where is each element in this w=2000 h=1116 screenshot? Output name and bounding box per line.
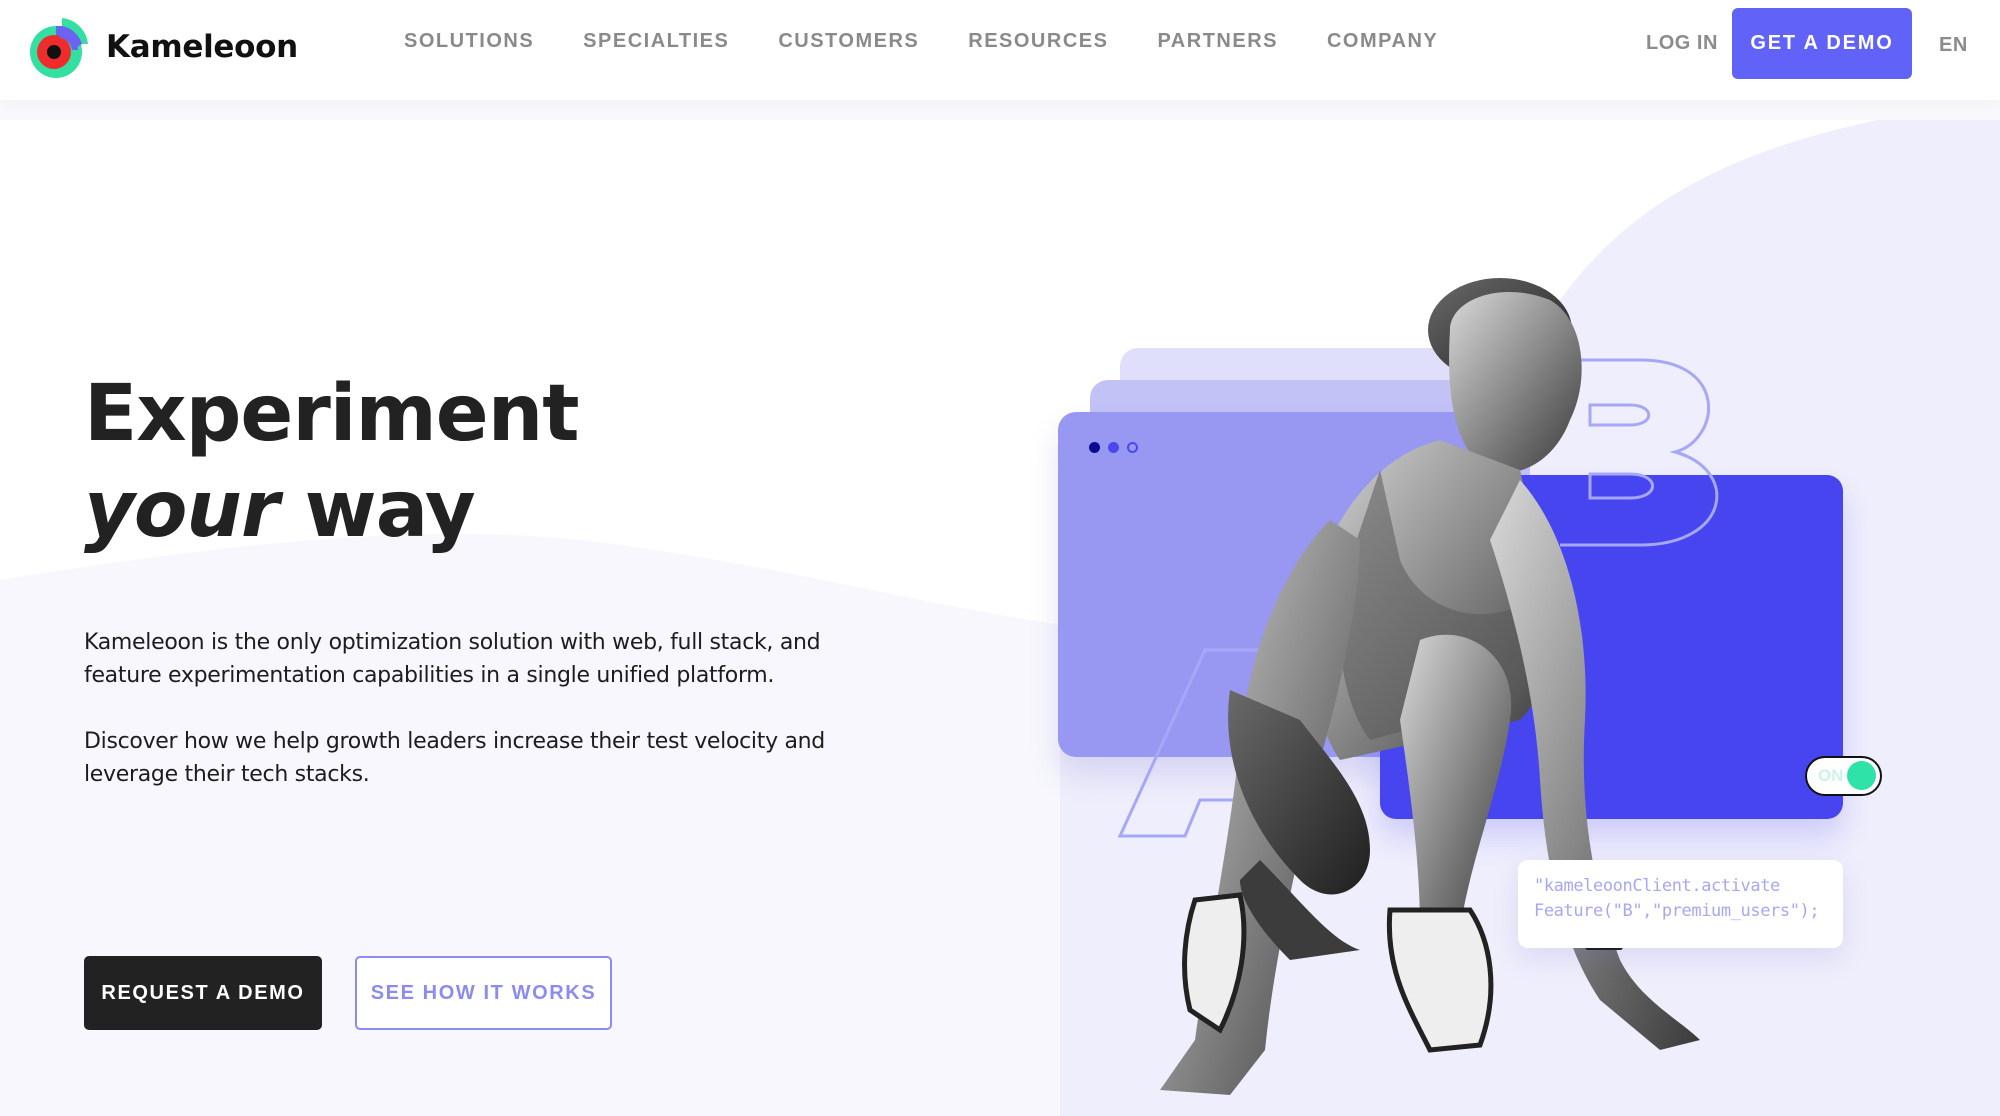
brand-name: Kameleoon bbox=[106, 29, 298, 65]
brand-logo[interactable]: Kameleoon bbox=[24, 12, 298, 82]
hero-paragraph: Discover how we help growth leaders incr… bbox=[84, 729, 825, 787]
hero-title-rest: way bbox=[278, 465, 476, 555]
hero-title: Experiment your way bbox=[84, 366, 580, 558]
toggle-knob-icon bbox=[1847, 761, 1876, 790]
nav-company[interactable]: COMPANY bbox=[1327, 30, 1438, 53]
hero-title-line1: Experiment bbox=[84, 369, 580, 459]
hero-paragraph: Kameleoon is the only optimization solut… bbox=[84, 630, 821, 688]
background-wave bbox=[0, 100, 2000, 1116]
get-demo-button[interactable]: GET A DEMO bbox=[1732, 8, 1912, 79]
nav-solutions[interactable]: SOLUTIONS bbox=[404, 30, 534, 53]
nav-specialties[interactable]: SPECIALTIES bbox=[583, 30, 729, 53]
nav-customers[interactable]: CUSTOMERS bbox=[778, 30, 919, 53]
nav-partners[interactable]: PARTNERS bbox=[1157, 30, 1278, 53]
login-link[interactable]: LOG IN bbox=[1646, 32, 1718, 55]
nav-resources[interactable]: RESOURCES bbox=[968, 30, 1108, 53]
request-demo-button[interactable]: REQUEST A DEMO bbox=[84, 956, 322, 1030]
main-nav: SOLUTIONS SPECIALTIES CUSTOMERS RESOURCE… bbox=[404, 30, 1487, 53]
see-how-it-works-button[interactable]: SEE HOW IT WORKS bbox=[355, 956, 612, 1030]
hero-title-line2: your way bbox=[84, 462, 579, 558]
language-selector[interactable]: EN bbox=[1939, 34, 1968, 57]
kameleoon-logo-icon bbox=[30, 18, 88, 78]
toggle-label: ON bbox=[1818, 766, 1844, 785]
hero-title-italic: your bbox=[84, 465, 279, 555]
site-header: Kameleoon SOLUTIONS SPECIALTIES CUSTOMER… bbox=[0, 0, 2000, 100]
hero-description: Kameleoon is the only optimization solut… bbox=[84, 626, 844, 824]
feature-toggle[interactable]: ON bbox=[1805, 756, 1882, 796]
